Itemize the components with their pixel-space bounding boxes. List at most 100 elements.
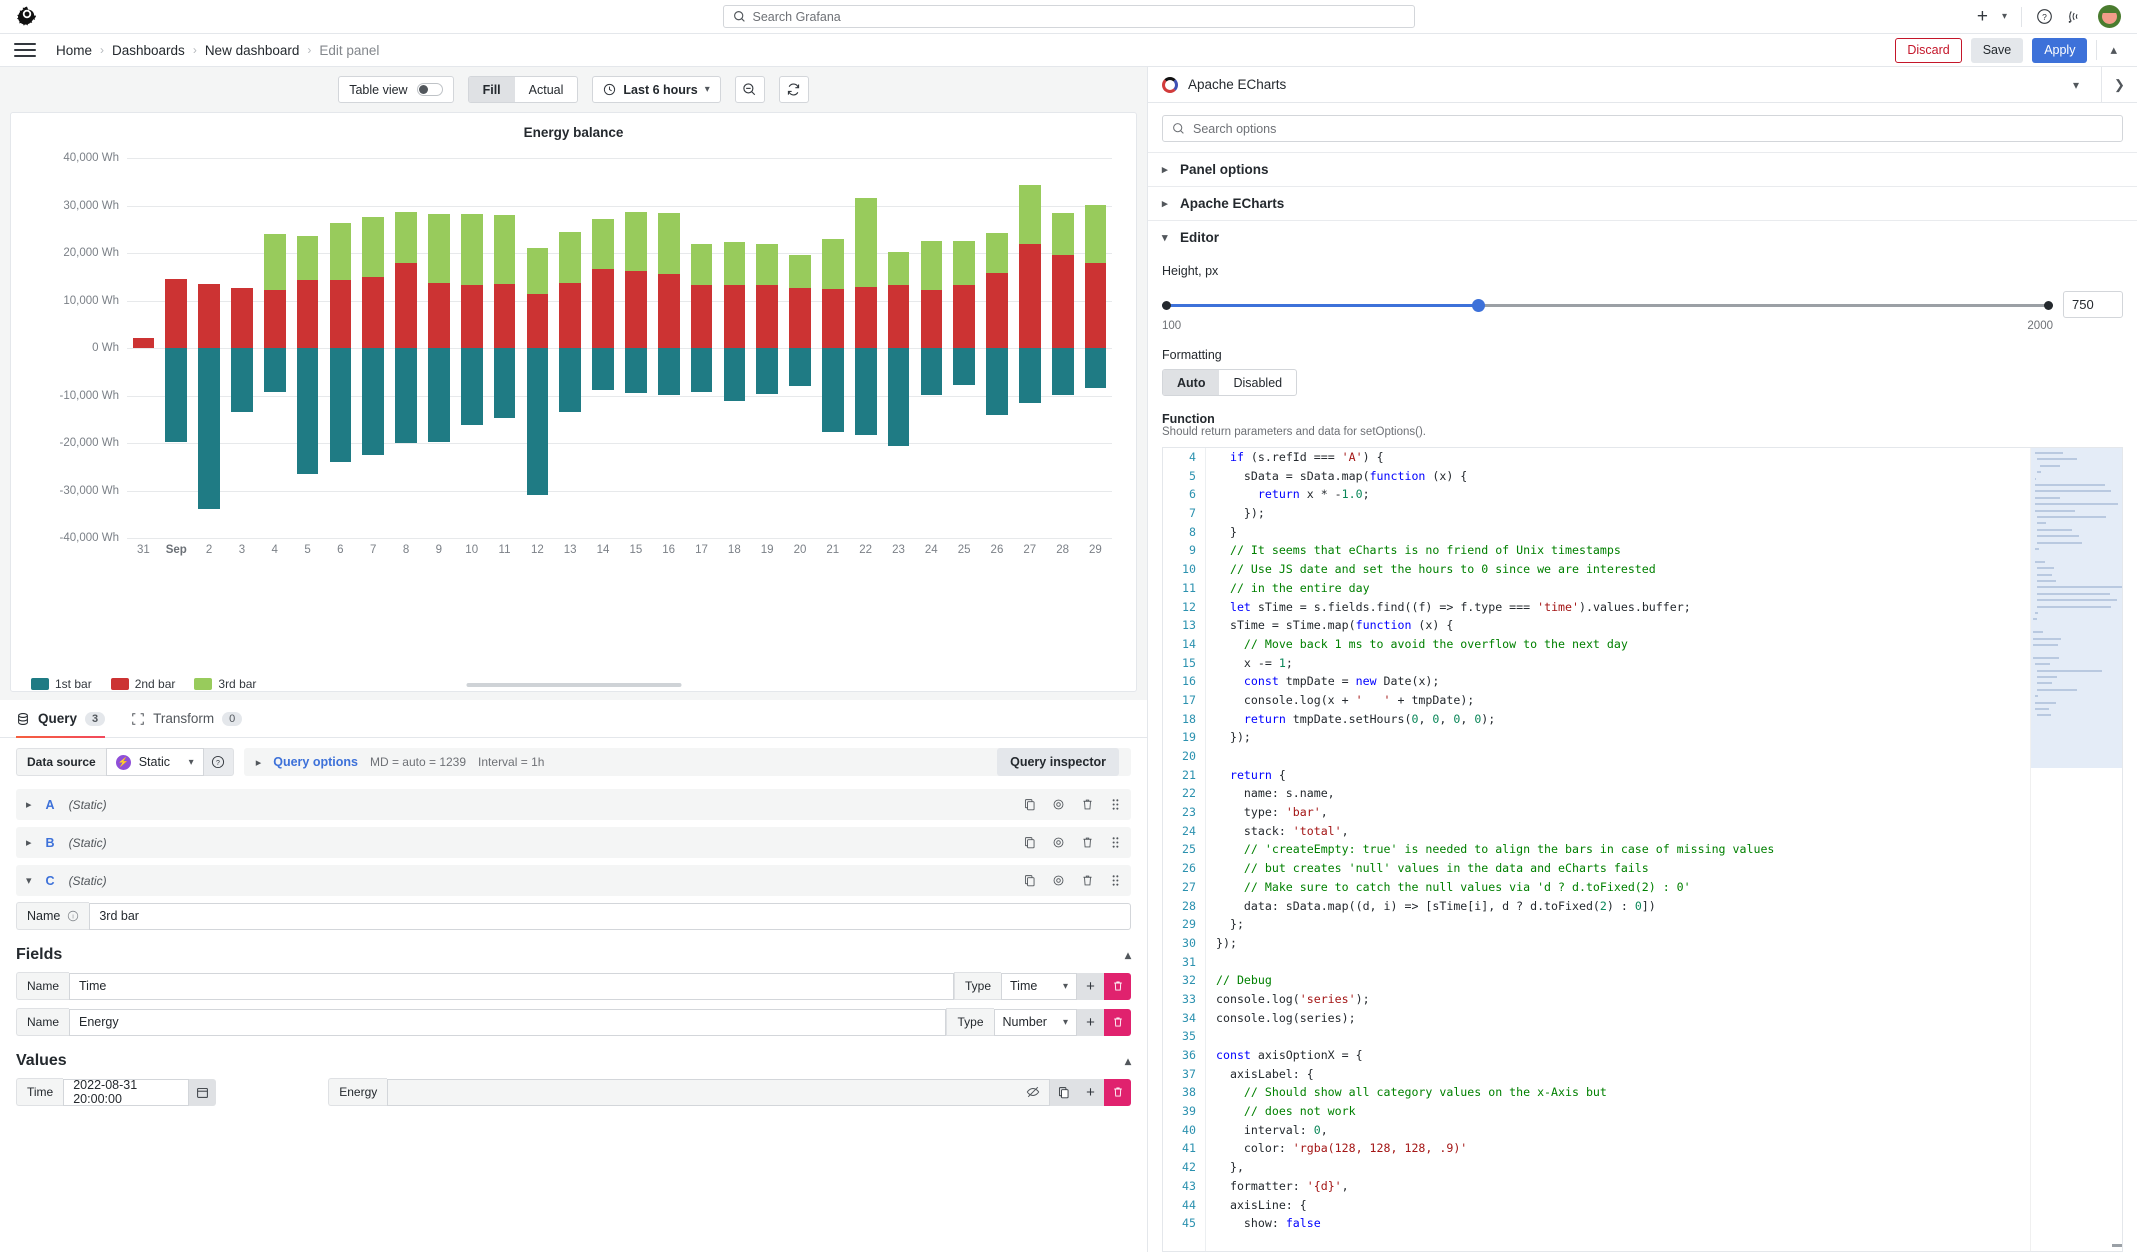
section-apache-echarts[interactable]: ▸ Apache ECharts: [1148, 186, 2137, 220]
duplicate-icon[interactable]: [1023, 836, 1036, 849]
bar-group[interactable]: [488, 146, 521, 671]
code-line[interactable]: return x * -1.0;: [1216, 485, 2030, 504]
bar-group[interactable]: [882, 146, 915, 671]
breadcrumb-item-home[interactable]: Home: [56, 43, 92, 58]
code-line[interactable]: [1216, 953, 2030, 972]
chevron-up-icon[interactable]: ▴: [1125, 1054, 1131, 1068]
code-line[interactable]: return {: [1216, 766, 2030, 785]
fill-actual-segmented-control[interactable]: Fill Actual: [467, 76, 579, 103]
bar-group[interactable]: [620, 146, 653, 671]
bar-group[interactable]: [948, 146, 981, 671]
breadcrumb-item-new-dashboard[interactable]: New dashboard: [205, 43, 300, 58]
code-line[interactable]: let sTime = s.fields.find((f) => f.type …: [1216, 598, 2030, 617]
delete-field-button[interactable]: [1104, 972, 1131, 1000]
bar-group[interactable]: [817, 146, 850, 671]
code-line[interactable]: show: false: [1216, 1214, 2030, 1233]
values-time-input[interactable]: 2022-08-31 20:00:00: [63, 1078, 190, 1106]
bar-group[interactable]: [751, 146, 784, 671]
bar-group[interactable]: [1046, 146, 1079, 671]
bar-group[interactable]: [127, 146, 160, 671]
add-field-button[interactable]: +: [1077, 1008, 1104, 1036]
horizontal-scrollbar[interactable]: [466, 683, 681, 687]
delete-field-button[interactable]: [1104, 1008, 1131, 1036]
query-name-input[interactable]: 3rd bar: [89, 902, 1131, 930]
field-name-input[interactable]: Time: [69, 972, 954, 1000]
code-line[interactable]: [1216, 747, 2030, 766]
chevron-up-icon[interactable]: ▴: [2106, 42, 2121, 58]
visualization-picker[interactable]: Apache ECharts ▾ ❯: [1148, 66, 2137, 103]
hide-response-icon[interactable]: [1052, 874, 1065, 887]
bar-group[interactable]: [521, 146, 554, 671]
bar-group[interactable]: [652, 146, 685, 671]
code-line[interactable]: console.log(series);: [1216, 1009, 2030, 1028]
bar-group[interactable]: [258, 146, 291, 671]
query-options-link[interactable]: Query options: [273, 755, 358, 769]
chevron-down-icon[interactable]: ▾: [2002, 11, 2007, 22]
bar-group[interactable]: [291, 146, 324, 671]
code-line[interactable]: return tmpDate.setHours(0, 0, 0, 0);: [1216, 710, 2030, 729]
toggle-switch[interactable]: [416, 83, 443, 96]
add-value-button[interactable]: +: [1077, 1078, 1104, 1106]
zoom-out-button[interactable]: [734, 76, 765, 103]
avatar[interactable]: [2098, 5, 2121, 28]
code-line[interactable]: });: [1216, 934, 2030, 953]
section-editor[interactable]: ▾ Editor: [1148, 220, 2137, 254]
drag-handle-icon[interactable]: [1110, 798, 1121, 811]
bar-group[interactable]: [587, 146, 620, 671]
code-line[interactable]: // It seems that eCharts is no friend of…: [1216, 541, 2030, 560]
bar-chart[interactable]: 40,000 Wh 30,000 Wh 20,000 Wh 10,000 Wh 0 Wh…: [27, 146, 1120, 671]
table-view-toggle[interactable]: Table view: [338, 76, 454, 103]
data-source-picker[interactable]: ⚡ Static ▾: [105, 748, 204, 776]
code-line[interactable]: sTime = sTime.map(function (x) {: [1216, 616, 2030, 635]
options-search-input[interactable]: Search options: [1162, 115, 2123, 142]
code-line[interactable]: // Should show all category values on th…: [1216, 1083, 2030, 1102]
code-minimap[interactable]: [2030, 448, 2122, 1251]
section-panel-options[interactable]: ▸ Panel options: [1148, 152, 2137, 186]
query-row[interactable]: ▾ C (Static): [16, 865, 1131, 896]
height-slider[interactable]: [1162, 297, 2053, 313]
drag-handle-icon[interactable]: [1110, 836, 1121, 849]
code-line[interactable]: name: s.name,: [1216, 784, 2030, 803]
grafana-logo-icon[interactable]: [14, 4, 40, 30]
duplicate-icon[interactable]: [1050, 1078, 1077, 1106]
eye-slash-icon[interactable]: [1026, 1085, 1040, 1099]
code-line[interactable]: });: [1216, 728, 2030, 747]
tab-query[interactable]: Query 3: [16, 700, 106, 738]
collapse-options-pane-button[interactable]: ❯: [2101, 66, 2137, 103]
bar-group[interactable]: [1014, 146, 1047, 671]
chevron-right-icon[interactable]: ▸: [26, 798, 32, 811]
bar-group[interactable]: [423, 146, 456, 671]
code-line[interactable]: };: [1216, 915, 2030, 934]
code-line[interactable]: },: [1216, 1158, 2030, 1177]
query-row[interactable]: ▸ A (Static): [16, 789, 1131, 820]
code-line[interactable]: if (s.refId === 'A') {: [1216, 448, 2030, 467]
delete-value-button[interactable]: [1104, 1078, 1131, 1106]
code-line[interactable]: // in the entire day: [1216, 579, 2030, 598]
trash-icon[interactable]: [1081, 874, 1094, 887]
save-button[interactable]: Save: [1970, 37, 2024, 63]
code-line[interactable]: // but creates 'null' values in the data…: [1216, 859, 2030, 878]
legend-item[interactable]: 2nd bar: [110, 677, 175, 691]
code-lines[interactable]: if (s.refId === 'A') { sData = sData.map…: [1205, 448, 2030, 1251]
code-line[interactable]: });: [1216, 504, 2030, 523]
trash-icon[interactable]: [1081, 836, 1094, 849]
chevron-right-icon[interactable]: ▸: [26, 836, 32, 849]
hide-response-icon[interactable]: [1052, 836, 1065, 849]
duplicate-icon[interactable]: [1023, 798, 1036, 811]
datasource-help-button[interactable]: ?: [203, 748, 234, 776]
global-search-input[interactable]: Search Grafana: [722, 5, 1415, 28]
code-line[interactable]: x -= 1;: [1216, 654, 2030, 673]
code-line[interactable]: }: [1216, 523, 2030, 542]
code-line[interactable]: // 'createEmpty: true' is needed to alig…: [1216, 840, 2030, 859]
code-line[interactable]: const tmpDate = new Date(x);: [1216, 672, 2030, 691]
legend-item[interactable]: 1st bar: [31, 677, 92, 691]
hamburger-menu-icon[interactable]: [14, 39, 36, 61]
bar-group[interactable]: [849, 146, 882, 671]
height-value-input[interactable]: 750: [2063, 291, 2123, 318]
code-line[interactable]: axisLabel: {: [1216, 1065, 2030, 1084]
info-circle-icon[interactable]: i: [67, 910, 79, 922]
code-line[interactable]: console.log(x + ' ' + tmpDate);: [1216, 691, 2030, 710]
formatting-disabled-option[interactable]: Disabled: [1219, 370, 1296, 395]
bar-group[interactable]: [455, 146, 488, 671]
calendar-icon[interactable]: [189, 1078, 217, 1106]
